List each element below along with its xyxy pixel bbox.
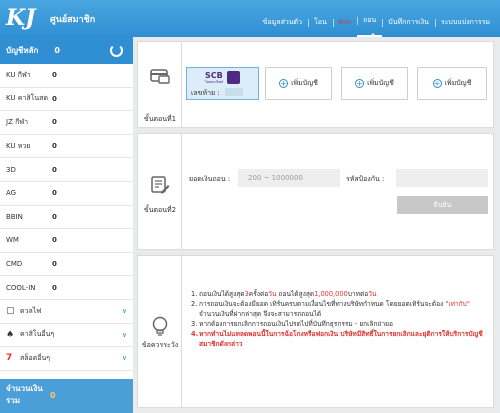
lightbulb-icon <box>152 316 167 336</box>
wallet-row: COOL-IN 0 <box>0 276 133 300</box>
notice-item: 1. ถอนเงินได้สูงสุด3ครั้งต่อวัน ถอนได้สูง… <box>191 290 491 300</box>
main-account-label: บัญชีหลัก <box>6 46 39 55</box>
notice-label: ข้อควรระวัง <box>141 341 179 349</box>
wallet-row: KU คาสิโนสด 0 <box>0 88 133 112</box>
notice-item-segment: ถอนได้สูงสุด <box>276 290 315 298</box>
plus-icon: + <box>432 79 442 88</box>
notice-item-number: 3. <box>191 319 198 328</box>
nav-deposit[interactable]: ฝาก <box>332 17 357 37</box>
notice-item-text: ถอนเงินได้สูงสุด3ครั้งต่อวัน ถอนได้สูงสุ… <box>199 290 376 300</box>
notice-item-segment: จำนวนเงินที่ฝากล่าสุด จึงจะสามารถถอนได้ <box>199 309 322 318</box>
notice-item: 3. หากต้องการยกเลิกการถอนเงินไปรดไปที่บัน… <box>191 320 491 330</box>
chevron-down-icon: ∨ <box>121 307 127 316</box>
add-account-button[interactable]: + เพิ่มบัญชี <box>265 67 332 100</box>
total-balance: จำนวนเงินรวม 0 <box>0 379 133 413</box>
notice-item-number: 1. <box>191 290 198 298</box>
notice-item-number: 2. <box>191 299 198 308</box>
site-logo[interactable]: KJ <box>6 5 48 31</box>
refresh-icon[interactable] <box>110 44 123 57</box>
expand-slots[interactable]: 7 สล็อตอื่นๆ ∨ <box>0 347 133 371</box>
top-nav: ข้อมูลส่วนตัว โอน ฝาก ถอน บันทึกการเงิน … <box>257 0 496 37</box>
wallet-sidebar: บัญชีหลัก 0 KU กีฬา 0 KU คาสิโนสด 0 JZ กีฬ… <box>0 37 133 413</box>
member-center-title: ศูนย์สมาชิก <box>50 15 96 25</box>
notice-item-text: การถอนเงินจะต้องมียอด เทิร์นครบตามเงื่อน… <box>199 300 491 320</box>
nav-finance-log[interactable]: บันทึกการเงิน <box>382 17 435 37</box>
slot-icon: 7 <box>6 353 13 364</box>
expand-casino[interactable]: ♠ คาสิโนอื่นๆ ∨ <box>0 324 133 348</box>
notice-panel: ข้อควรระวัง 1. ถอนเงินได้สูงสุด3ครั้งต่อว… <box>137 255 494 408</box>
notice-item-segment: หากต้องการยกเลิกการถอนเงินไปรดไปที่บันทึ… <box>199 319 393 328</box>
scb-logo-icon <box>227 71 240 84</box>
notice-item-segment: หากทำนไม่แทลดพอนนี้ในการฉ้อโกงหรือฟอกเงิ… <box>199 329 483 348</box>
wallet-row: JZ กีฬา 0 <box>0 111 133 135</box>
notice-item: 2. การถอนเงินจะต้องมียอด เทิร์นครบตามเงื่… <box>191 300 491 320</box>
account-suffix-masked <box>225 88 243 96</box>
pin-input[interactable] <box>396 169 488 187</box>
chevron-down-icon: ∨ <box>121 354 127 363</box>
wallet-row: 3D 0 <box>0 158 133 182</box>
wallet-row: AG 0 <box>0 182 133 206</box>
confirm-button[interactable]: ยืนยัน <box>397 196 488 214</box>
step1-label: ขั้นตอนที่1 <box>143 115 177 123</box>
dice-icon: ▢ <box>6 306 15 317</box>
step2-column: ขั้นตอนที่2 <box>138 134 182 249</box>
notice-item-text: หากทำนไม่แทลดพอนนี้ในการฉ้อโกงหรือฟอกเงิ… <box>199 330 491 350</box>
add-account-button[interactable]: + เพิ่มบัญชี <box>417 67 487 100</box>
notice-item-segment: "เท่ากับ" <box>445 299 470 308</box>
nav-referral[interactable]: ระบบแบ่งการรม <box>434 17 496 37</box>
notice-item-text: หากต้องการยกเลิกการถอนเงินไปรดไปที่บันทึ… <box>199 320 393 330</box>
form-edit-icon <box>150 176 169 194</box>
notice-item-number: 4. <box>191 329 199 338</box>
main-account-value: 0 <box>54 46 60 55</box>
nav-transfer[interactable]: โอน <box>308 17 333 37</box>
plus-icon: + <box>279 79 289 88</box>
amount-label: ยอดเงินถอน : <box>189 175 231 183</box>
nav-active-pointer <box>369 33 377 37</box>
nav-profile[interactable]: ข้อมูลส่วนตัว <box>257 17 308 37</box>
plus-icon: + <box>355 79 365 88</box>
expand-duel[interactable]: ▢ ดวลไฟ ∨ <box>0 300 133 324</box>
add-account-button[interactable]: + เพิ่มบัญชี <box>341 67 408 100</box>
notice-item-segment: ครั้งต่อ <box>248 290 269 298</box>
notice-item-segment: การถอนเงินจะต้องมียอด เทิร์นครบตามเงื่อน… <box>199 299 446 308</box>
notice-item-segment: วัน <box>368 290 377 298</box>
wallet-row: CMD 0 <box>0 253 133 277</box>
pin-label: รหัสป้องกัน : <box>346 175 385 183</box>
top-header: KJ ศูนย์สมาชิก ข้อมูลส่วนตัว โอน ฝาก ถอน… <box>0 0 500 37</box>
total-label: จำนวนเงินรวม <box>6 384 43 405</box>
wallet-row: KU หวย 0 <box>0 135 133 159</box>
notice-item-segment: 1,000,000 <box>314 290 348 298</box>
bank-card-scb[interactable]: SCB ไทยพาณิชย์ เลขท้าย : <box>186 67 259 100</box>
step2-panel: ขั้นตอนที่2 ยอดเงินถอน : 200 ~ 1000000 ร… <box>137 133 494 250</box>
spade-icon: ♠ <box>6 329 15 340</box>
step1-column: ขั้นตอนที่1 <box>138 42 182 127</box>
notice-item-segment: บาทต่อ <box>347 290 369 298</box>
step2-label: ขั้นตอนที่2 <box>143 206 177 214</box>
notice-item: 4. หากทำนไม่แทลดพอนนี้ในการฉ้อโกงหรือฟอกเ… <box>191 330 491 350</box>
notice-column: ข้อควรระวัง <box>138 256 182 407</box>
notice-list: 1. ถอนเงินได้สูงสุด3ครั้งต่อวัน ถอนได้สูง… <box>191 290 491 349</box>
wallet-row: WM 0 <box>0 229 133 253</box>
chevron-down-icon: ∨ <box>121 330 127 339</box>
notice-item-segment: ถอนเงินได้สูงสุด <box>199 290 245 298</box>
step1-panel: ขั้นตอนที่1 SCB ไทยพาณิชย์ เลขท้าย : + เพ… <box>137 41 494 128</box>
amount-input[interactable]: 200 ~ 1000000 <box>238 169 340 187</box>
total-value: 0 <box>50 391 56 400</box>
wallet-row: BBIN 0 <box>0 206 133 230</box>
wallet-card-icon <box>149 69 170 84</box>
account-suffix-label: เลขท้าย : <box>191 89 220 97</box>
wallet-row: KU กีฬา 0 <box>0 64 133 88</box>
bank-subname: ไทยพาณิชย์ <box>205 80 224 84</box>
